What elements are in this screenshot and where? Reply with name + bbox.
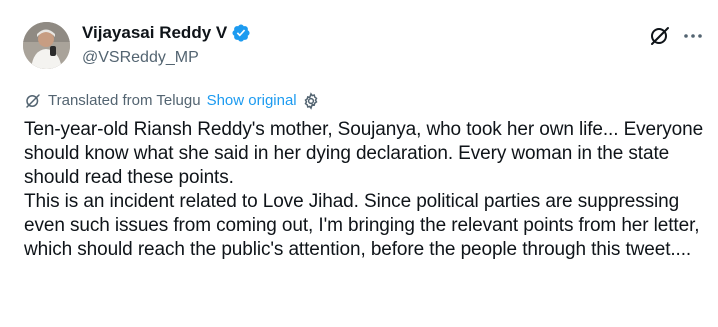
translated-from-label: Translated from Telugu	[48, 92, 201, 109]
author-name-row[interactable]: Vijayasai Reddy V	[82, 22, 251, 44]
tweet-text: Ten-year-old Riansh Reddy's mother, Souj…	[24, 118, 709, 262]
tweet-paragraph: Ten-year-old Riansh Reddy's mother, Souj…	[24, 119, 704, 188]
show-original-link[interactable]: Show original	[207, 91, 297, 111]
gear-icon[interactable]	[302, 92, 320, 110]
author-handle[interactable]: @VSReddy_MP	[82, 47, 199, 69]
more-options-icon[interactable]	[682, 26, 704, 46]
grok-icon[interactable]	[648, 24, 672, 48]
avatar[interactable]	[23, 22, 70, 69]
author-display-name[interactable]: Vijayasai Reddy V	[82, 22, 227, 44]
translate-icon	[24, 92, 42, 110]
translation-bar: Translated from Telugu Show original	[24, 91, 320, 111]
verified-badge-icon	[231, 23, 251, 43]
tweet-card: Vijayasai Reddy V @VSReddy_MP Translated…	[0, 0, 718, 327]
tweet-paragraph: This is an incident related to Love Jiha…	[24, 191, 700, 260]
